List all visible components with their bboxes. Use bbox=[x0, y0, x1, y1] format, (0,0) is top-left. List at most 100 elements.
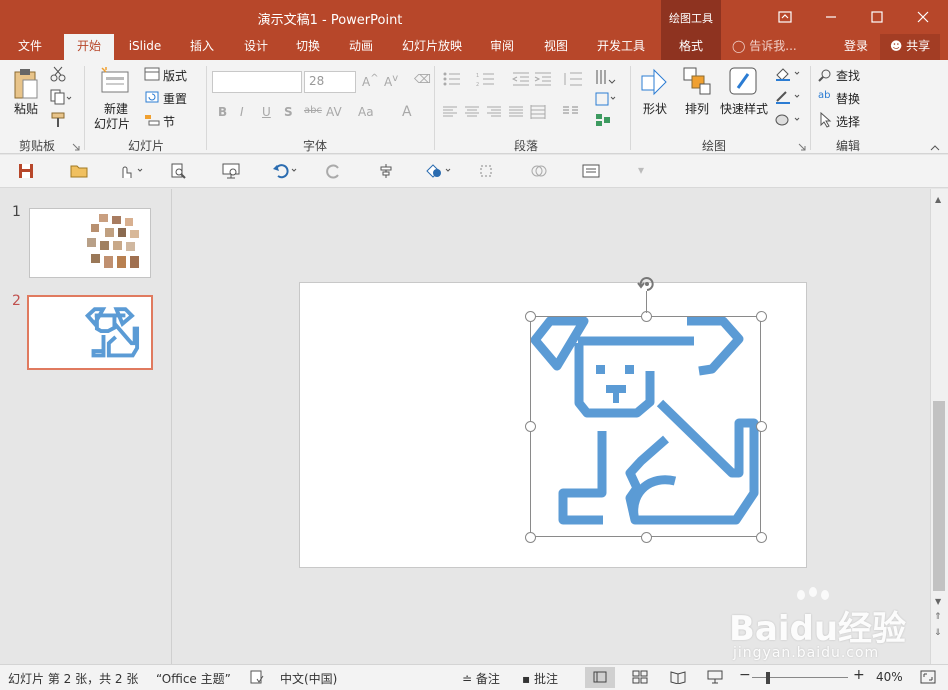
tab-home[interactable]: 开始 bbox=[64, 34, 114, 60]
open-folder-icon[interactable] bbox=[70, 163, 88, 182]
minimize-button[interactable] bbox=[808, 0, 854, 34]
find-button[interactable]: 查找 bbox=[836, 67, 860, 84]
convert-smartart-icon[interactable] bbox=[594, 112, 618, 131]
shadow-icon[interactable]: S bbox=[284, 105, 293, 119]
notes-toggle[interactable]: ≐ 备注 bbox=[462, 670, 500, 687]
bullets-icon[interactable] bbox=[442, 71, 466, 90]
tab-design[interactable]: 设计 bbox=[232, 34, 280, 60]
decrease-indent-icon[interactable] bbox=[511, 71, 530, 90]
tab-insert[interactable]: 插入 bbox=[178, 34, 226, 60]
zoom-out-button[interactable]: − bbox=[739, 667, 751, 683]
tab-animations[interactable]: 动画 bbox=[337, 34, 385, 60]
resize-handle-nw[interactable] bbox=[525, 311, 536, 322]
select-button[interactable]: 选择 bbox=[836, 113, 860, 130]
align-left-icon[interactable] bbox=[442, 106, 458, 121]
ribbon-display-options-icon[interactable] bbox=[762, 0, 808, 34]
slide-thumbnail-2[interactable] bbox=[27, 295, 153, 370]
redo-icon[interactable] bbox=[326, 163, 342, 182]
align-center-icon[interactable] bbox=[464, 106, 480, 121]
save-icon[interactable] bbox=[18, 163, 34, 182]
share-button[interactable]: ☻ 共享 bbox=[880, 34, 940, 60]
maximize-button[interactable] bbox=[854, 0, 900, 34]
line-spacing-icon[interactable] bbox=[562, 71, 586, 90]
resize-handle-e[interactable] bbox=[756, 421, 767, 432]
zoom-in-button[interactable]: + bbox=[853, 667, 865, 683]
change-case-icon[interactable]: Aa bbox=[358, 105, 374, 119]
replace-icon[interactable]: ab bbox=[818, 90, 830, 101]
signin-link[interactable]: 登录 bbox=[838, 34, 874, 60]
increase-indent-icon[interactable] bbox=[534, 71, 552, 90]
decrease-font-icon[interactable]: Av bbox=[384, 73, 398, 89]
slide-thumbnail-1[interactable] bbox=[29, 208, 151, 278]
select-cursor-icon[interactable] bbox=[818, 111, 832, 131]
shape-fill-icon[interactable] bbox=[774, 66, 802, 85]
shapes-button[interactable]: 形状 bbox=[643, 100, 667, 117]
tab-developer[interactable]: 开发工具 bbox=[588, 34, 654, 60]
drawing-dialog-launcher-icon[interactable] bbox=[798, 140, 806, 154]
resize-handle-s[interactable] bbox=[641, 532, 652, 543]
previous-slide-icon[interactable]: ⇑ bbox=[934, 613, 942, 622]
slideshow-view-icon[interactable] bbox=[707, 670, 723, 687]
distributed-icon[interactable] bbox=[530, 104, 546, 123]
replace-button[interactable]: 替换 bbox=[836, 90, 860, 107]
language-status[interactable]: 中文(中国) bbox=[280, 670, 337, 687]
scroll-down-icon[interactable]: ▼ bbox=[935, 597, 941, 606]
normal-view-button[interactable] bbox=[585, 667, 615, 688]
new-slide-label-2[interactable]: 幻灯片 bbox=[94, 115, 130, 132]
underline-icon[interactable]: U bbox=[262, 105, 271, 119]
scroll-up-icon[interactable]: ▲ bbox=[935, 195, 941, 204]
reset-button[interactable]: 重置 bbox=[163, 90, 187, 107]
bold-icon[interactable]: B bbox=[218, 105, 227, 119]
text-direction-icon[interactable] bbox=[594, 68, 618, 89]
clipboard-dialog-launcher-icon[interactable] bbox=[72, 140, 80, 154]
format-painter-icon[interactable] bbox=[50, 112, 66, 131]
tab-slideshow[interactable]: 幻灯片放映 bbox=[394, 34, 470, 60]
tab-transitions[interactable]: 切换 bbox=[284, 34, 332, 60]
quick-styles-button[interactable]: 快速样式 bbox=[720, 100, 768, 117]
columns-icon[interactable] bbox=[562, 106, 586, 121]
picture-icon[interactable] bbox=[582, 163, 600, 182]
paste-button[interactable]: 粘贴 bbox=[14, 100, 38, 117]
section-button[interactable]: 节 bbox=[163, 113, 175, 130]
shape-effects-icon[interactable] bbox=[774, 112, 802, 131]
find-icon[interactable] bbox=[818, 68, 832, 85]
quick-styles-icon[interactable] bbox=[728, 66, 758, 99]
character-spacing-icon[interactable]: AV bbox=[326, 105, 342, 119]
layout-button[interactable]: 版式 bbox=[163, 67, 187, 84]
tab-islide[interactable]: iSlide bbox=[118, 34, 172, 60]
resize-handle-se[interactable] bbox=[756, 532, 767, 543]
reset-icon[interactable] bbox=[144, 90, 160, 107]
resize-handle-w[interactable] bbox=[525, 421, 536, 432]
tab-format[interactable]: 格式 bbox=[661, 34, 721, 60]
next-slide-icon[interactable]: ⇓ bbox=[934, 629, 942, 638]
arrange-button[interactable]: 排列 bbox=[685, 100, 709, 117]
tab-file[interactable]: 文件 bbox=[4, 34, 56, 60]
italic-icon[interactable]: I bbox=[240, 105, 244, 119]
zoom-slider-thumb[interactable] bbox=[766, 672, 770, 684]
layout-icon[interactable] bbox=[144, 67, 160, 84]
slide-sorter-view-icon[interactable] bbox=[632, 670, 648, 687]
clear-formatting-icon[interactable]: ⌫ bbox=[414, 72, 431, 86]
tell-me-search[interactable]: ◯ 告诉我... bbox=[732, 34, 812, 60]
collapse-ribbon-icon[interactable] bbox=[930, 140, 940, 154]
arrange-icon[interactable] bbox=[682, 66, 712, 99]
print-preview-icon[interactable] bbox=[170, 163, 186, 182]
shapes-icon[interactable] bbox=[640, 66, 670, 99]
customize-qat-icon[interactable]: ▾ bbox=[638, 163, 644, 177]
zoom-level[interactable]: 40% bbox=[876, 670, 903, 684]
font-size-combobox[interactable]: 28 bbox=[304, 71, 356, 93]
touch-mode-icon[interactable] bbox=[118, 163, 146, 182]
cut-icon[interactable] bbox=[50, 66, 66, 85]
increase-font-icon[interactable]: A^ bbox=[362, 73, 379, 89]
align-objects-icon[interactable] bbox=[378, 163, 394, 182]
align-text-icon[interactable] bbox=[594, 91, 618, 110]
spellcheck-icon[interactable] bbox=[250, 670, 264, 687]
intersect-icon[interactable] bbox=[530, 163, 548, 182]
crop-icon[interactable] bbox=[478, 163, 494, 182]
justify-icon[interactable] bbox=[508, 106, 524, 121]
tab-review[interactable]: 审阅 bbox=[478, 34, 526, 60]
paste-icon[interactable] bbox=[12, 68, 40, 103]
resize-handle-ne[interactable] bbox=[756, 311, 767, 322]
rotate-handle-icon[interactable] bbox=[636, 274, 658, 297]
vertical-scrollbar[interactable]: ▲ ▼ ⇑ ⇓ bbox=[930, 189, 948, 664]
